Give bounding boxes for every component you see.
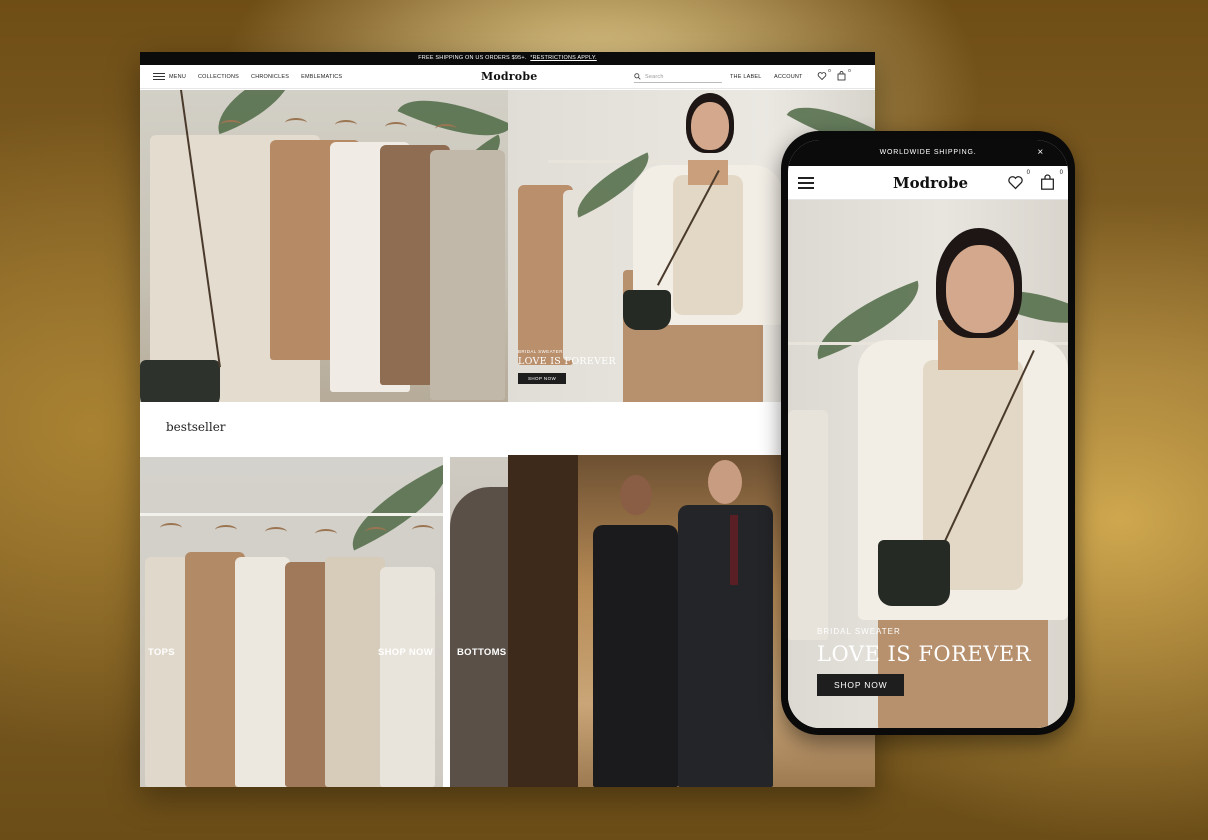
bottoms-label: BOTTOMS [457, 647, 507, 658]
phone-hero-title: LOVE IS FOREVER [817, 642, 1032, 666]
restrictions-link[interactable]: *RESTRICTIONS APPLY. [530, 55, 596, 61]
announcement-bar: FREE SHIPPING ON US ORDERS $95+. *RESTRI… [140, 52, 875, 65]
menu-icon [153, 73, 165, 80]
menu-label: MENU [169, 73, 186, 80]
tops-tile[interactable]: TOPS SHOP NOW [140, 457, 443, 787]
announcement-text: FREE SHIPPING ON US ORDERS $95+. [418, 55, 527, 61]
hero-caption: BRIDAL SWEATER LOVE IS FOREVER SHOP NOW [518, 349, 616, 385]
nav-link-collections[interactable]: COLLECTIONS [198, 74, 239, 80]
phone-nav: Modrobe 0 0 [788, 166, 1068, 200]
close-icon[interactable]: × [1037, 140, 1044, 166]
phone-announcement-bar: WORLDWIDE SHIPPING. × [788, 140, 1068, 166]
nav-link-the-label[interactable]: THE LABEL [730, 74, 761, 80]
bestseller-heading: bestseller [166, 420, 226, 434]
bag-icon [837, 71, 846, 81]
phone-cart-button[interactable]: 0 [1040, 170, 1063, 191]
phone-wishlist-count: 0 [1026, 170, 1030, 176]
top-nav: MENU COLLECTIONS CHRONICLES EMBLEMATICS … [140, 65, 875, 89]
nav-link-chronicles[interactable]: CHRONICLES [251, 74, 289, 80]
hero-title: LOVE IS FOREVER [518, 356, 616, 367]
menu-button[interactable]: MENU [153, 73, 186, 80]
tops-label: TOPS [148, 647, 175, 658]
phone-hero-caption: BRIDAL SWEATER LOVE IS FOREVER SHOP NOW [817, 627, 1031, 696]
phone-mockup: WORLDWIDE SHIPPING. × Modrobe 0 0 BRIDAL… [781, 131, 1075, 735]
hero-clothing-rack-image [140, 90, 508, 402]
cart-count: 0 [848, 68, 851, 73]
cart-button[interactable]: 0 [837, 68, 851, 81]
search-icon [634, 73, 641, 80]
phone-announcement-text: WORLDWIDE SHIPPING. [879, 149, 977, 156]
search-placeholder: Search [645, 73, 664, 80]
phone-cart-count: 0 [1059, 170, 1063, 176]
search-input[interactable]: Search [634, 71, 722, 83]
phone-hero-eyebrow: BRIDAL SWEATER [817, 627, 901, 636]
wishlist-button[interactable]: 0 [817, 68, 831, 81]
hero-eyebrow: BRIDAL SWEATER [518, 349, 563, 354]
bottoms-tile[interactable]: BOTTOMS [450, 457, 510, 787]
phone-screen: WORLDWIDE SHIPPING. × Modrobe 0 0 BRIDAL… [788, 140, 1068, 728]
heart-icon [817, 72, 827, 81]
menu-icon[interactable] [798, 177, 814, 189]
tops-shop-now-link[interactable]: SHOP NOW [378, 647, 433, 658]
heart-icon [1008, 176, 1023, 190]
bag-icon [1041, 174, 1054, 190]
nav-link-account[interactable]: ACCOUNT [774, 74, 803, 80]
phone-hero-shop-now-button[interactable]: SHOP NOW [817, 674, 905, 696]
nav-link-emblematics[interactable]: EMBLEMATICS [301, 74, 342, 80]
phone-wishlist-button[interactable]: 0 [1007, 170, 1030, 191]
brand-logo[interactable]: Modrobe [481, 70, 537, 83]
desktop-site: FREE SHIPPING ON US ORDERS $95+. *RESTRI… [140, 52, 875, 787]
hero-shop-now-button[interactable]: SHOP NOW [518, 373, 567, 384]
phone-brand-logo[interactable]: Modrobe [893, 174, 968, 192]
wishlist-count: 0 [828, 68, 831, 73]
